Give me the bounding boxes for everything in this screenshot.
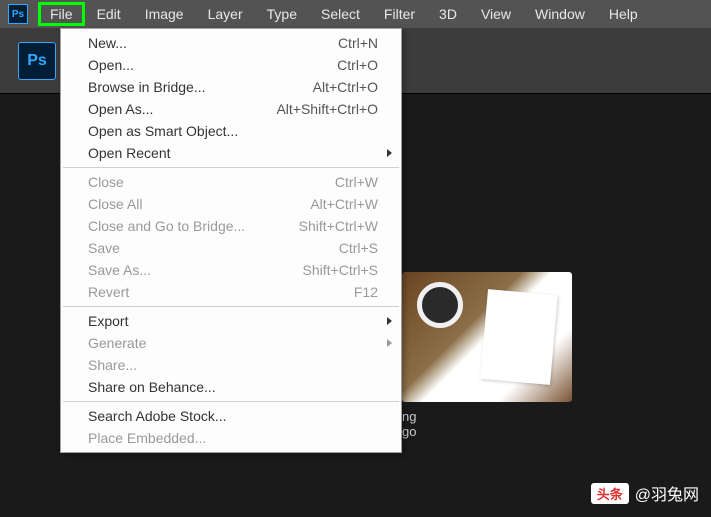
- menu-separator: [63, 167, 399, 168]
- watermark-text: @羽兔网: [635, 481, 699, 505]
- menu-item-shortcut: Ctrl+S: [339, 240, 378, 256]
- submenu-arrow-icon: [387, 149, 392, 157]
- menu-help[interactable]: Help: [597, 2, 650, 26]
- menu-separator: [63, 401, 399, 402]
- menu-item-label: Revert: [88, 284, 129, 300]
- file-menu-dropdown: New... Ctrl+N Open... Ctrl+O Browse in Bridg…: [60, 28, 402, 453]
- menu-select[interactable]: Select: [309, 2, 372, 26]
- menu-item-close-and-go-to-bridge: Close and Go to Bridge... Shift+Ctrl+W: [62, 215, 400, 237]
- menu-item-share: Share...: [62, 354, 400, 376]
- menu-item-generate: Generate: [62, 332, 400, 354]
- menu-item-revert: Revert F12: [62, 281, 400, 303]
- menu-bar: Ps FileEditImageLayerTypeSelectFilter3DV…: [0, 0, 711, 28]
- menu-item-shortcut: F12: [354, 284, 378, 300]
- menu-item-shortcut: Ctrl+O: [337, 57, 378, 73]
- menu-item-label: Share...: [88, 357, 137, 373]
- menu-file[interactable]: File: [38, 2, 85, 26]
- menu-item-label: Close: [88, 174, 124, 190]
- menu-item-shortcut: Shift+Ctrl+S: [303, 262, 378, 278]
- menu-item-save: Save Ctrl+S: [62, 237, 400, 259]
- recent-file-thumbnail[interactable]: [402, 272, 572, 402]
- menu-item-label: Open As...: [88, 101, 153, 117]
- menu-item-label: Generate: [88, 335, 146, 351]
- menu-item-label: Open as Smart Object...: [88, 123, 238, 139]
- menu-item-open-recent[interactable]: Open Recent: [62, 142, 400, 164]
- ps-app-icon: Ps: [8, 4, 28, 24]
- thumbnail-label: ng go: [402, 409, 416, 439]
- ps-home-icon[interactable]: Ps: [18, 42, 56, 80]
- menu-item-label: Save As...: [88, 262, 151, 278]
- menu-item-shortcut: Shift+Ctrl+W: [299, 218, 378, 234]
- menu-item-label: Open Recent: [88, 145, 171, 161]
- menu-item-open[interactable]: Open... Ctrl+O: [62, 54, 400, 76]
- menu-type[interactable]: Type: [255, 2, 309, 26]
- menu-item-search-adobe-stock[interactable]: Search Adobe Stock...: [62, 405, 400, 427]
- submenu-arrow-icon: [387, 339, 392, 347]
- menu-view[interactable]: View: [469, 2, 523, 26]
- menu-separator: [63, 306, 399, 307]
- menu-item-browse-in-bridge[interactable]: Browse in Bridge... Alt+Ctrl+O: [62, 76, 400, 98]
- menu-item-label: New...: [88, 35, 127, 51]
- menu-filter[interactable]: Filter: [372, 2, 427, 26]
- menu-item-close: Close Ctrl+W: [62, 171, 400, 193]
- menu-item-open-as-smart-object[interactable]: Open as Smart Object...: [62, 120, 400, 142]
- menu-item-shortcut: Alt+Shift+Ctrl+O: [276, 101, 378, 117]
- menu-image[interactable]: Image: [133, 2, 196, 26]
- menu-item-label: Place Embedded...: [88, 430, 206, 446]
- menu-item-label: Close and Go to Bridge...: [88, 218, 245, 234]
- submenu-arrow-icon: [387, 317, 392, 325]
- menu-item-label: Open...: [88, 57, 134, 73]
- menu-item-label: Close All: [88, 196, 142, 212]
- menu-item-label: Browse in Bridge...: [88, 79, 206, 95]
- menu-item-shortcut: Alt+Ctrl+W: [310, 196, 378, 212]
- watermark-badge: 头条: [591, 483, 629, 504]
- menu-3d[interactable]: 3D: [427, 2, 469, 26]
- menu-item-shortcut: Alt+Ctrl+O: [313, 79, 378, 95]
- menu-item-label: Search Adobe Stock...: [88, 408, 227, 424]
- menu-item-share-on-behance[interactable]: Share on Behance...: [62, 376, 400, 398]
- watermark: 头条 @羽兔网: [591, 481, 699, 505]
- menu-item-close-all: Close All Alt+Ctrl+W: [62, 193, 400, 215]
- menu-item-label: Export: [88, 313, 128, 329]
- menu-item-open-as[interactable]: Open As... Alt+Shift+Ctrl+O: [62, 98, 400, 120]
- menu-item-new[interactable]: New... Ctrl+N: [62, 32, 400, 54]
- menu-edit[interactable]: Edit: [85, 2, 133, 26]
- menu-item-label: Share on Behance...: [88, 379, 216, 395]
- menu-item-shortcut: Ctrl+W: [335, 174, 378, 190]
- menu-item-label: Save: [88, 240, 120, 256]
- menu-layer[interactable]: Layer: [196, 2, 255, 26]
- menu-item-export[interactable]: Export: [62, 310, 400, 332]
- menu-item-shortcut: Ctrl+N: [338, 35, 378, 51]
- menu-item-save-as: Save As... Shift+Ctrl+S: [62, 259, 400, 281]
- menu-window[interactable]: Window: [523, 2, 597, 26]
- menu-item-place-embedded: Place Embedded...: [62, 427, 400, 449]
